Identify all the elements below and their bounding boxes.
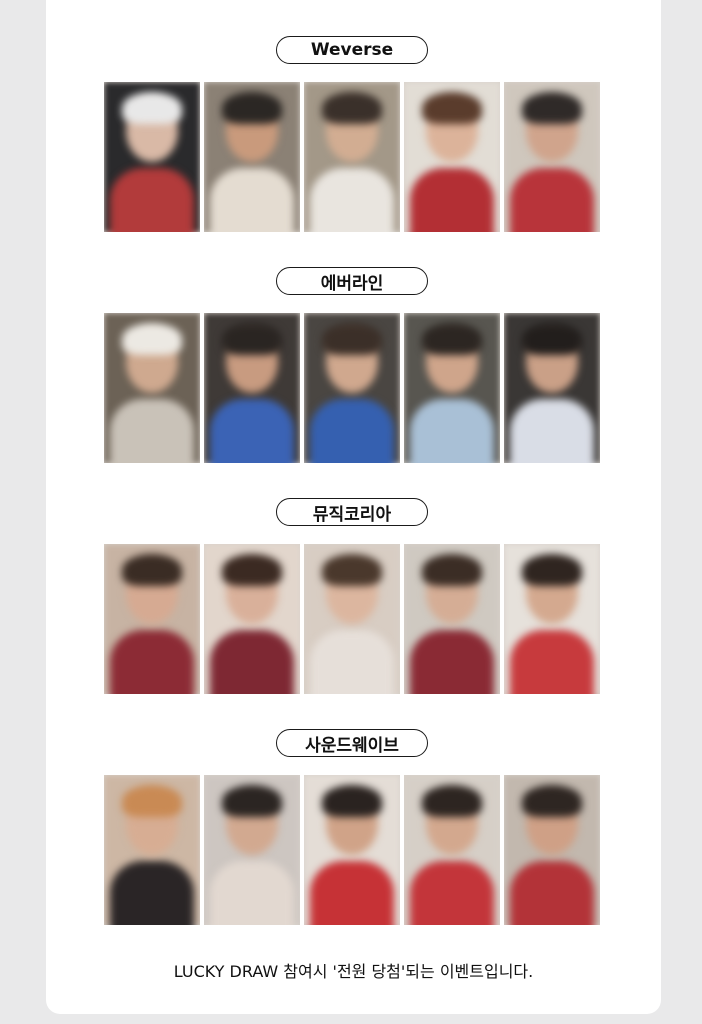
photocard-image <box>104 313 200 463</box>
photocard-row <box>104 313 602 463</box>
photocard-image <box>104 544 200 694</box>
store-name-pill: Weverse <box>276 36 428 64</box>
photocard-image <box>504 775 600 925</box>
photo-figure-hair <box>522 323 582 355</box>
photo-figure-body <box>510 168 594 232</box>
photo-figure-body <box>510 861 594 925</box>
photo-figure-hair <box>122 785 182 817</box>
photocard-image <box>304 775 400 925</box>
photocard-image <box>204 82 300 232</box>
photocard-row <box>104 544 602 694</box>
event-notice: LUCKY DRAW 참여시 '전원 당첨'되는 이벤트입니다. <box>173 962 534 981</box>
photocard-image <box>304 544 400 694</box>
photo-figure-body <box>510 630 594 694</box>
photo-figure-body <box>410 861 494 925</box>
photo-figure-body <box>310 861 394 925</box>
photocard-image <box>404 544 500 694</box>
photo-figure-hair <box>222 92 282 124</box>
photocard-image <box>504 544 600 694</box>
photo-figure-hair <box>222 554 282 586</box>
store-name-pill: 뮤직코리아 <box>276 498 428 526</box>
photo-figure-hair <box>422 92 482 124</box>
photo-figure-body <box>510 399 594 463</box>
photo-figure-body <box>310 399 394 463</box>
photo-figure-hair <box>122 92 182 124</box>
store-name-pill: 에버라인 <box>276 267 428 295</box>
photo-figure-body <box>110 399 194 463</box>
photo-figure-hair <box>322 785 382 817</box>
photo-figure-body <box>210 399 294 463</box>
photocard-image <box>304 82 400 232</box>
photo-figure-body <box>110 168 194 232</box>
photo-figure-hair <box>422 785 482 817</box>
photocard-image <box>204 313 300 463</box>
photocard-image <box>104 775 200 925</box>
photo-figure-hair <box>322 323 382 355</box>
photo-figure-body <box>210 630 294 694</box>
photocard-image <box>404 313 500 463</box>
photo-figure-hair <box>122 323 182 355</box>
photocard-image <box>404 775 500 925</box>
photo-figure-hair <box>522 785 582 817</box>
photo-figure-hair <box>522 92 582 124</box>
photocard-image <box>204 775 300 925</box>
photo-figure-body <box>210 861 294 925</box>
photo-figure-hair <box>522 554 582 586</box>
photocard-image <box>204 544 300 694</box>
photo-figure-hair <box>222 323 282 355</box>
benefit-card: Weverse 에버라인뮤직코리아사운드웨이브 LUCKY DRAW 참여시 '전… <box>46 0 661 1014</box>
photocard-image <box>404 82 500 232</box>
photo-figure-hair <box>422 554 482 586</box>
photo-figure-hair <box>322 92 382 124</box>
photocard-row <box>104 775 602 925</box>
photo-figure-hair <box>122 554 182 586</box>
photo-figure-hair <box>222 785 282 817</box>
photo-figure-body <box>410 168 494 232</box>
photocard-image <box>504 82 600 232</box>
photocard-image <box>304 313 400 463</box>
photo-figure-body <box>210 168 294 232</box>
photo-figure-body <box>310 630 394 694</box>
photocard-image <box>504 313 600 463</box>
photo-figure-body <box>110 630 194 694</box>
store-name-pill: 사운드웨이브 <box>276 729 428 757</box>
photo-figure-body <box>310 168 394 232</box>
photo-figure-hair <box>322 554 382 586</box>
photocard-row <box>104 82 602 232</box>
photo-figure-hair <box>422 323 482 355</box>
photocard-image <box>104 82 200 232</box>
photo-figure-body <box>410 630 494 694</box>
photo-figure-body <box>410 399 494 463</box>
photo-figure-body <box>110 861 194 925</box>
